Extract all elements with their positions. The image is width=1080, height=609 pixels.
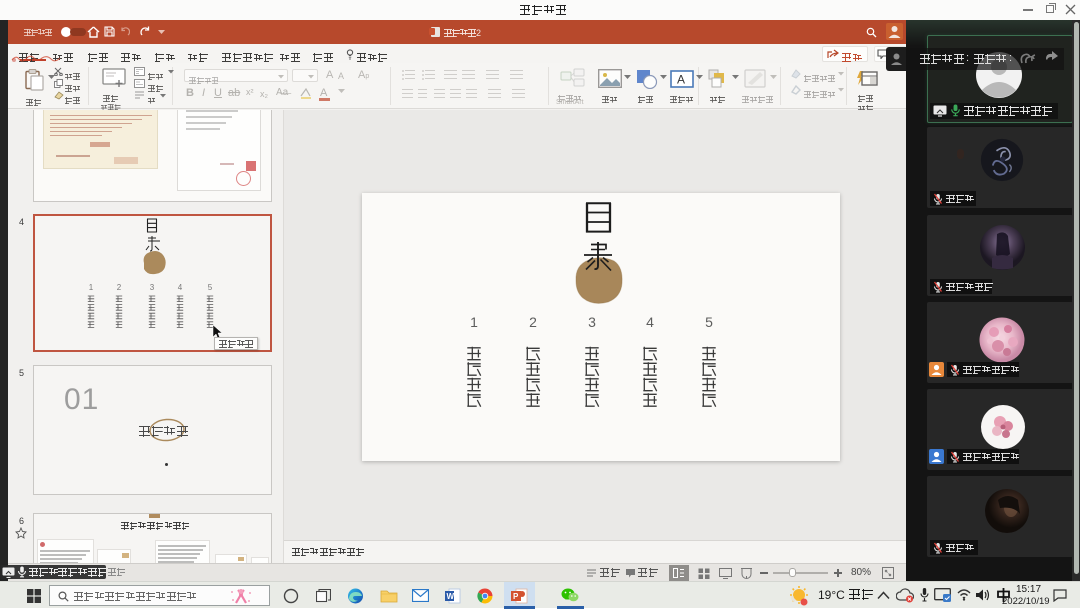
svg-text:3: 3 — [150, 283, 155, 292]
svg-text:4: 4 — [646, 314, 654, 330]
svg-text:4: 4 — [178, 283, 183, 292]
svg-text:2: 2 — [529, 314, 537, 330]
svg-text:1: 1 — [470, 314, 478, 330]
svg-text:1: 1 — [89, 283, 94, 292]
svg-text:W: W — [447, 592, 455, 601]
svg-text:5: 5 — [705, 314, 713, 330]
svg-text:P: P — [513, 592, 519, 601]
svg-text:A: A — [677, 73, 685, 87]
svg-text:5: 5 — [208, 283, 213, 292]
svg-text:3: 3 — [588, 314, 596, 330]
svg-text:2: 2 — [117, 283, 122, 292]
